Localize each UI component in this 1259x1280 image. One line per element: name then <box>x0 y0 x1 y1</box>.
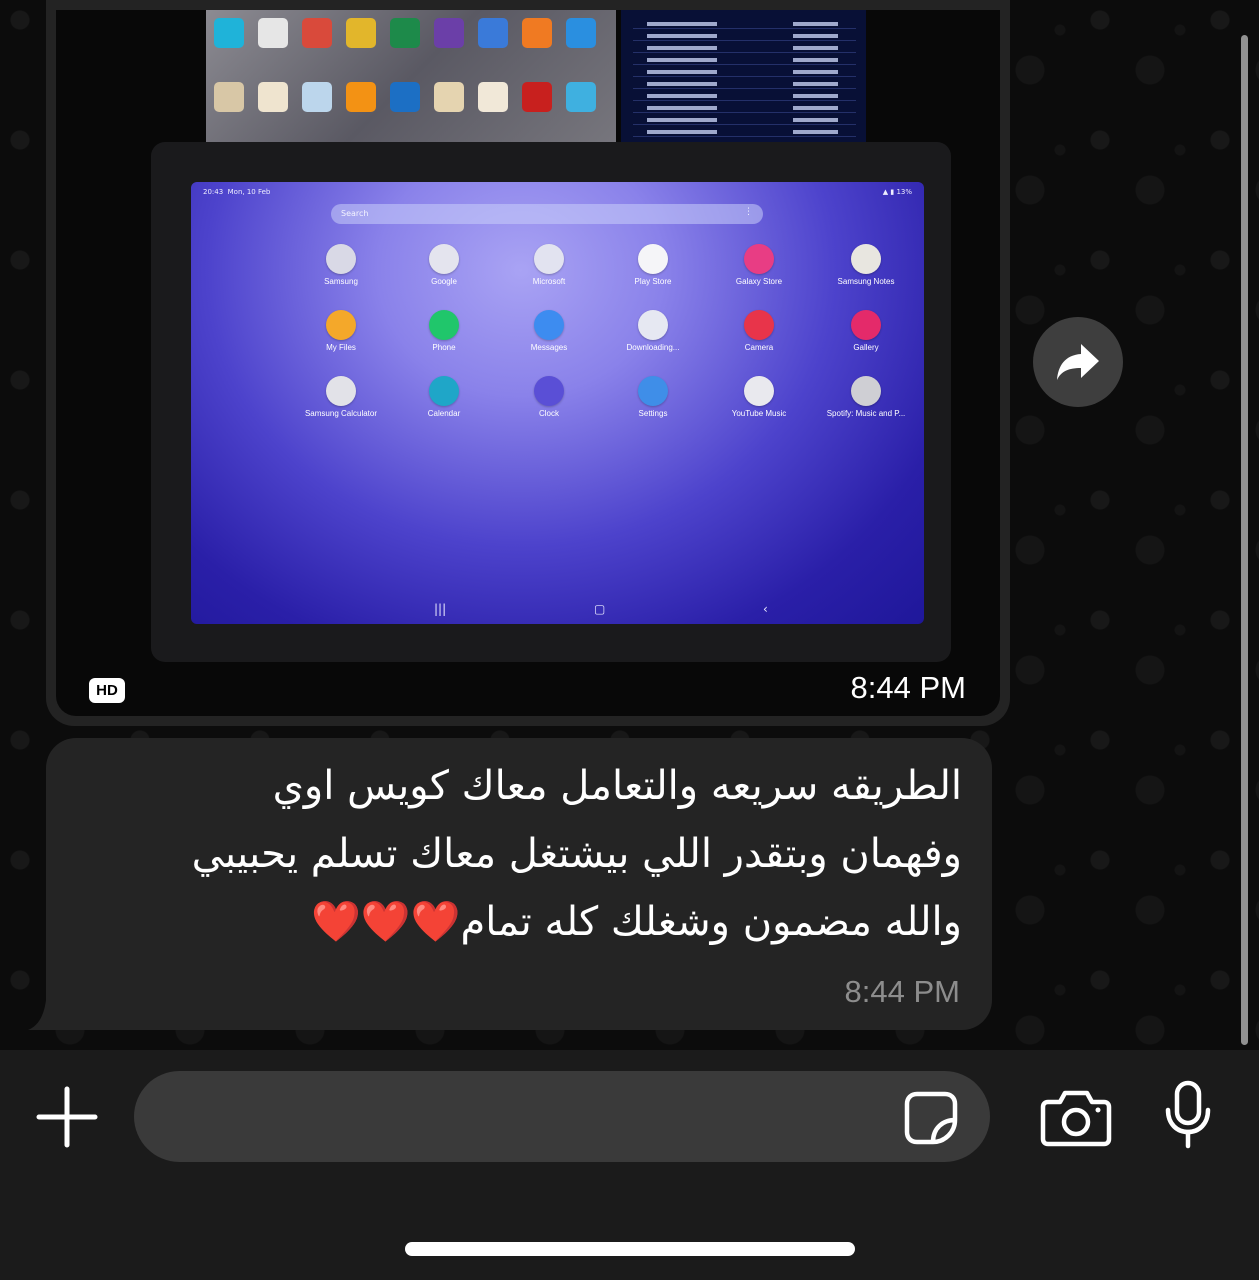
message-line: الطريقه سريعه والتعامل معاك كويس اوي <box>272 763 962 809</box>
tablet-app: Camera <box>709 310 809 352</box>
tablet-app-label: Microsoft <box>532 277 566 286</box>
photo-attachment[interactable]: 20:43 Mon, 10 Feb ▲ ▮ 13% Search ⋮ Samsu… <box>56 10 1000 716</box>
tablet-app: Calendar <box>394 376 494 418</box>
tablet-search-placeholder: Search <box>341 209 369 218</box>
tablet-app-label: Play Store <box>634 277 672 286</box>
forward-arrow-icon <box>1057 344 1099 380</box>
tablet-app: Clock <box>499 376 599 418</box>
galaxy-store-icon <box>744 244 774 274</box>
tablet-more-icon: ⋮ <box>744 207 753 217</box>
tablet-app: YouTube Music <box>709 376 809 418</box>
photo-monitor-desktop <box>206 10 616 145</box>
samsung-folder-icon <box>326 244 356 274</box>
tablet-app-label: Gallery <box>853 343 879 352</box>
downloading-icon <box>638 310 668 340</box>
tablet-status-time: 20:43 Mon, 10 Feb <box>203 188 271 196</box>
tablet-app: Downloading... <box>603 310 703 352</box>
attach-button[interactable] <box>36 1086 98 1148</box>
text-message-timestamp: 8:44 PM <box>844 974 960 1009</box>
google-folder-icon <box>429 244 459 274</box>
tablet-app-label: Downloading... <box>626 343 680 352</box>
camera-app-icon <box>744 310 774 340</box>
tablet-back-icon: ‹ <box>763 602 768 616</box>
message-line: وفهمان وبتقدر اللي بيشتغل معاك تسلم يحبي… <box>191 831 962 877</box>
tablet-app-label: Phone <box>432 343 456 352</box>
tablet-app: Microsoft <box>499 244 599 286</box>
tablet-app: Galaxy Store <box>709 244 809 286</box>
messages-icon <box>534 310 564 340</box>
message-input[interactable] <box>134 1071 990 1162</box>
samsung-notes-icon <box>851 244 881 274</box>
play-store-icon <box>638 244 668 274</box>
microphone-icon <box>1165 1080 1211 1149</box>
image-message-bubble[interactable]: 20:43 Mon, 10 Feb ▲ ▮ 13% Search ⋮ Samsu… <box>46 0 1010 726</box>
tablet-app: Gallery <box>816 310 916 352</box>
gallery-icon <box>851 310 881 340</box>
tablet-battery: ▲ ▮ 13% <box>882 188 912 196</box>
hd-badge: HD <box>89 678 125 703</box>
camera-button[interactable] <box>1040 1088 1112 1148</box>
tablet-search-bar: Search ⋮ <box>331 204 763 224</box>
message-line: والله مضمون وشغلك كله تمام❤️❤️❤️ <box>311 899 962 945</box>
image-message-timestamp: 8:44 PM <box>850 670 966 705</box>
scrollbar[interactable] <box>1241 35 1248 1045</box>
photo-monitor-network-list <box>621 10 866 145</box>
calculator-icon <box>326 376 356 406</box>
message-text: الطريقه سريعه والتعامل معاك كويس اوي وفه… <box>62 752 962 956</box>
tablet-app-label: Settings <box>638 409 668 418</box>
tablet-app-label: My Files <box>326 343 356 352</box>
tablet-app-label: Calendar <box>427 409 461 418</box>
tablet-app-label: Messages <box>530 343 568 352</box>
tablet-app: Play Store <box>603 244 703 286</box>
sticker-button[interactable] <box>903 1090 959 1146</box>
tablet-app: Google <box>394 244 494 286</box>
tablet-app: Samsung Calculator <box>291 376 391 418</box>
tablet-app: Samsung Notes <box>816 244 916 286</box>
my-files-icon <box>326 310 356 340</box>
youtube-music-icon <box>744 376 774 406</box>
tablet-app-label: Spotify: Music and P... <box>826 409 906 418</box>
sticker-icon <box>904 1091 958 1145</box>
tablet-app: Spotify: Music and P... <box>816 376 916 418</box>
microsoft-folder-icon <box>534 244 564 274</box>
tablet-app: My Files <box>291 310 391 352</box>
tablet-app-label: Galaxy Store <box>735 277 783 286</box>
microphone-button[interactable] <box>1163 1080 1213 1150</box>
tablet-app: Messages <box>499 310 599 352</box>
tablet-app-label: Samsung Notes <box>837 277 895 286</box>
tablet-app-label: Samsung Calculator <box>304 409 378 418</box>
tablet-app-label: Samsung <box>324 277 358 286</box>
tablet-app: Samsung <box>291 244 391 286</box>
plus-icon <box>36 1086 98 1148</box>
chat-area[interactable]: 20:43 Mon, 10 Feb ▲ ▮ 13% Search ⋮ Samsu… <box>0 0 1259 1050</box>
tablet-app-label: Camera <box>744 343 774 352</box>
tablet-app-label: YouTube Music <box>731 409 787 418</box>
tablet-recents-icon: ||| <box>434 602 447 616</box>
text-message-bubble[interactable]: الطريقه سريعه والتعامل معاك كويس اوي وفه… <box>46 738 992 1030</box>
calendar-icon <box>429 376 459 406</box>
tablet-app: Settings <box>603 376 703 418</box>
tablet-app: Phone <box>394 310 494 352</box>
camera-icon <box>1040 1090 1112 1147</box>
tablet-home-icon: ▢ <box>594 602 606 616</box>
photo-tablet-screen: 20:43 Mon, 10 Feb ▲ ▮ 13% Search ⋮ Samsu… <box>191 182 924 624</box>
home-indicator[interactable] <box>405 1242 855 1256</box>
forward-button[interactable] <box>1033 317 1123 407</box>
spotify-icon <box>851 376 881 406</box>
settings-icon <box>638 376 668 406</box>
tablet-app-label: Google <box>431 277 457 286</box>
phone-icon <box>429 310 459 340</box>
tablet-app-label: Clock <box>538 409 559 418</box>
clock-icon <box>534 376 564 406</box>
